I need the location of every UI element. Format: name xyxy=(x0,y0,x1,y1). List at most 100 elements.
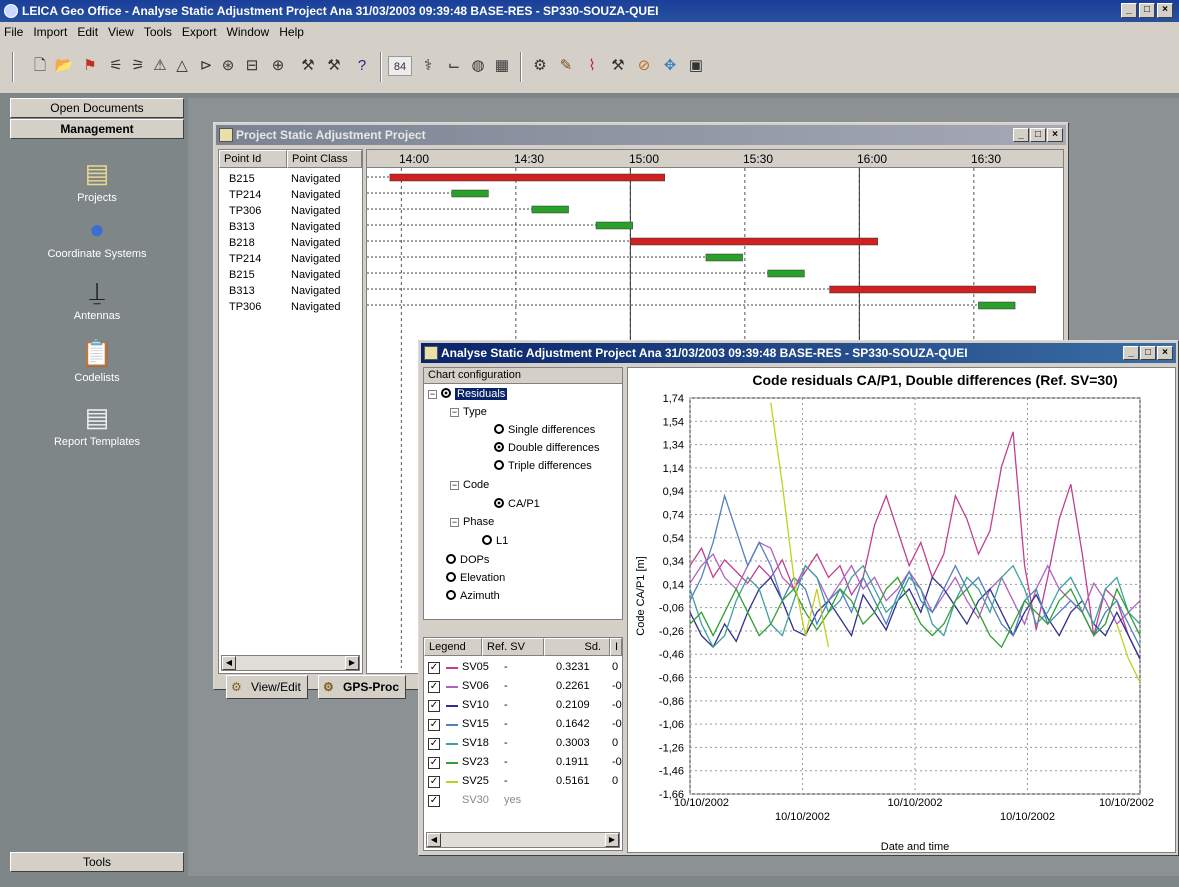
tool12-icon[interactable]: ✥ xyxy=(660,56,680,76)
tree-elevation[interactable]: Elevation xyxy=(446,571,505,586)
table-row[interactable]: B215 Navigated xyxy=(219,267,362,283)
tool7-icon[interactable]: ⚙ xyxy=(530,56,550,76)
menu-import[interactable]: Import xyxy=(33,22,67,42)
graph-icon[interactable]: ⌙ xyxy=(444,56,464,76)
table-row[interactable]: TP214 Navigated xyxy=(219,251,362,267)
nav-codelists[interactable]: 📋 Codelists xyxy=(10,338,184,384)
minimize-button[interactable]: _ xyxy=(1121,3,1137,18)
checkbox[interactable]: ✓ xyxy=(428,700,440,712)
minimize-button[interactable]: _ xyxy=(1123,346,1139,360)
table-row[interactable]: B215 Navigated xyxy=(219,171,362,187)
tool6-icon[interactable]: ⚕ xyxy=(418,56,438,76)
table-row[interactable]: TP306 Navigated xyxy=(219,299,362,315)
legend-row[interactable]: ✓ SV15 - 0.1642 -0 xyxy=(424,715,622,734)
minimize-button[interactable]: _ xyxy=(1013,128,1029,142)
point-list-scrollbar[interactable]: ◀ ▶ xyxy=(221,655,360,671)
column-header-sd[interactable]: Sd. xyxy=(544,638,610,656)
tree-l1[interactable]: L1 xyxy=(482,534,508,549)
nav-projects[interactable]: ▤ Projects xyxy=(10,158,184,204)
legend-row[interactable]: ✓ SV23 - 0.1911 -0 xyxy=(424,753,622,772)
tool11-icon[interactable]: ⊘ xyxy=(634,56,654,76)
menu-tools[interactable]: Tools xyxy=(144,22,172,42)
app-title-bar[interactable]: LEICA Geo Office - Analyse Static Adjust… xyxy=(0,0,1179,22)
scroll-right-icon[interactable]: ▶ xyxy=(605,833,619,847)
maximize-button[interactable]: □ xyxy=(1139,3,1155,18)
tool1-icon[interactable]: ⊳ xyxy=(196,56,216,76)
nav-coordinate-systems[interactable]: ● Coordinate Systems xyxy=(10,214,184,260)
menu-edit[interactable]: Edit xyxy=(77,22,98,42)
checkbox[interactable]: ✓ xyxy=(428,776,440,788)
menu-export[interactable]: Export xyxy=(182,22,217,42)
project-icon[interactable]: ⚑ xyxy=(80,56,100,76)
legend-row[interactable]: ✓ SV06 - 0.2261 -0 xyxy=(424,677,622,696)
scroll-left-icon[interactable]: ◀ xyxy=(427,833,441,847)
menu-view[interactable]: View xyxy=(108,22,134,42)
tool8-icon[interactable]: ✎ xyxy=(556,56,576,76)
tree-single-differences[interactable]: Single differences xyxy=(494,423,595,438)
management-header[interactable]: Management xyxy=(10,119,184,139)
compute-icon[interactable]: ⚟ xyxy=(106,56,126,76)
legend-scrollbar[interactable]: ◀ ▶ xyxy=(426,832,620,848)
legend-row[interactable]: ✓ SV25 - 0.5161 0 xyxy=(424,772,622,791)
tree-code[interactable]: − Code xyxy=(450,478,489,493)
checkbox[interactable]: ✓ xyxy=(428,681,440,693)
tree-type[interactable]: − Type xyxy=(450,405,487,420)
open-documents-header[interactable]: Open Documents xyxy=(10,98,184,118)
tree-double-differences[interactable]: Double differences xyxy=(494,441,600,456)
column-header-legend[interactable]: Legend xyxy=(424,638,482,656)
project-window-title-bar[interactable]: Project Static Adjustment Project _ □ × xyxy=(216,125,1066,145)
legend-row[interactable]: ✓ SV30 yes xyxy=(424,791,622,810)
tree-triple-differences[interactable]: Triple differences xyxy=(494,459,592,474)
open-icon[interactable]: 📂 xyxy=(54,56,74,76)
table-row[interactable]: TP306 Navigated xyxy=(219,203,362,219)
tree-phase[interactable]: − Phase xyxy=(450,515,494,530)
number-box[interactable]: 84 xyxy=(388,56,412,76)
nav-report-templates[interactable]: ▤ Report Templates xyxy=(10,402,184,448)
tool2-icon[interactable]: ⊛ xyxy=(218,56,238,76)
column-header-point-class[interactable]: Point Class xyxy=(287,150,362,168)
tree-azimuth[interactable]: Azimuth xyxy=(446,589,500,604)
tab-view-edit[interactable]: ⚙ View/Edit xyxy=(226,675,308,699)
close-button[interactable]: × xyxy=(1157,346,1173,360)
checkbox[interactable]: ✓ xyxy=(428,795,440,807)
table-row[interactable]: TP214 Navigated xyxy=(219,187,362,203)
column-header-ref-sv[interactable]: Ref. SV xyxy=(482,638,544,656)
save-icon[interactable]: ▣ xyxy=(686,56,706,76)
menu-file[interactable]: File xyxy=(4,22,23,42)
legend-row[interactable]: ✓ SV10 - 0.2109 -0 xyxy=(424,696,622,715)
box-icon[interactable]: ⊟ xyxy=(242,56,262,76)
table-row[interactable]: B313 Navigated xyxy=(219,283,362,299)
compute2-icon[interactable]: ⚞ xyxy=(128,56,148,76)
tool4-icon[interactable]: ⚒ xyxy=(298,56,318,76)
scroll-right-icon[interactable]: ▶ xyxy=(345,656,359,670)
new-icon[interactable]: 🗋 xyxy=(30,56,50,76)
tools-header[interactable]: Tools xyxy=(10,852,184,872)
tool5-icon[interactable]: ⚒ xyxy=(324,56,344,76)
checkbox[interactable]: ✓ xyxy=(428,719,440,731)
checkbox[interactable]: ✓ xyxy=(428,757,440,769)
close-button[interactable]: × xyxy=(1047,128,1063,142)
menu-help[interactable]: Help xyxy=(279,22,304,42)
triangle-icon[interactable]: △ xyxy=(172,56,192,76)
menu-window[interactable]: Window xyxy=(227,22,270,42)
table-row[interactable]: B313 Navigated xyxy=(219,219,362,235)
tree-dops[interactable]: DOPs xyxy=(446,553,489,568)
tab-gps-proc[interactable]: ⚙ GPS-Proc xyxy=(318,675,407,699)
maximize-button[interactable]: □ xyxy=(1030,128,1046,142)
scroll-left-icon[interactable]: ◀ xyxy=(222,656,236,670)
legend-row[interactable]: ✓ SV05 - 0.3231 0 xyxy=(424,658,622,677)
column-header-extra[interactable]: I xyxy=(610,638,622,656)
tool10-icon[interactable]: ⚒ xyxy=(608,56,628,76)
globe-icon[interactable]: ◍ xyxy=(468,56,488,76)
adjust-icon[interactable]: ⚠ xyxy=(150,56,170,76)
column-header-point-id[interactable]: Point Id xyxy=(219,150,287,168)
tool9-icon[interactable]: ⌇ xyxy=(582,56,602,76)
table-row[interactable]: B218 Navigated xyxy=(219,235,362,251)
tool3-icon[interactable]: ⊕ xyxy=(268,56,288,76)
checkbox[interactable]: ✓ xyxy=(428,662,440,674)
legend-row[interactable]: ✓ SV18 - 0.3003 0 xyxy=(424,734,622,753)
maximize-button[interactable]: □ xyxy=(1140,346,1156,360)
nav-antennas[interactable]: ⍊ Antennas xyxy=(10,276,184,322)
close-button[interactable]: × xyxy=(1157,3,1173,18)
help-icon[interactable]: ? xyxy=(352,56,372,76)
